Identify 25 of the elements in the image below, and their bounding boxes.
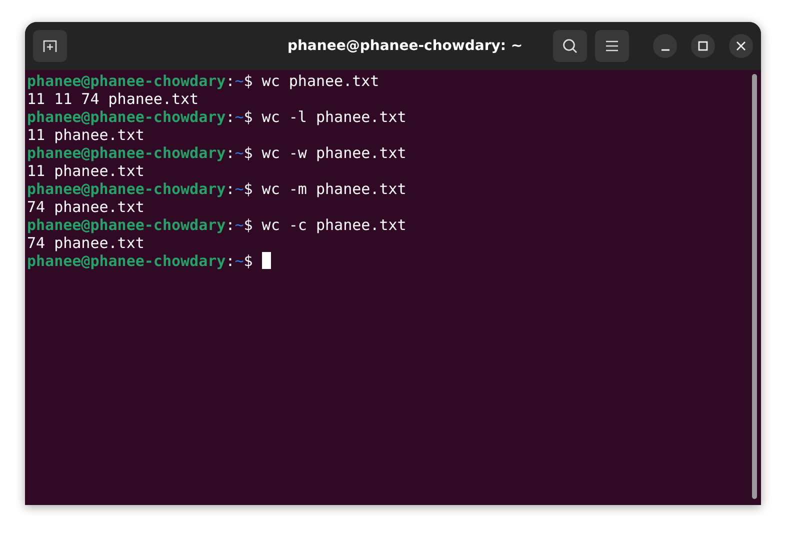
prompt-line: phanee@phanee-chowdary:~$ wc -m phanee.txt: [27, 180, 406, 198]
menu-icon: [605, 40, 619, 52]
prompt-line: phanee@phanee-chowdary:~$ wc -w phanee.txt: [27, 144, 406, 162]
search-button[interactable]: [553, 30, 587, 62]
output-line: 11 phanee.txt: [27, 126, 144, 144]
close-icon: [736, 41, 746, 51]
prompt-line: phanee@phanee-chowdary:~$ wc -c phanee.txt: [27, 216, 406, 234]
output-line: 74 phanee.txt: [27, 198, 144, 216]
prompt-line: phanee@phanee-chowdary:~$ wc -l phanee.txt: [27, 108, 406, 126]
output-line: 11 11 74 phanee.txt: [27, 90, 199, 108]
menu-button[interactable]: [595, 30, 629, 62]
scrollbar[interactable]: [752, 74, 757, 499]
output-line: 74 phanee.txt: [27, 234, 144, 252]
close-button[interactable]: [729, 34, 753, 58]
new-tab-button[interactable]: [33, 30, 67, 62]
minimize-button[interactable]: [653, 34, 677, 58]
new-tab-icon: [42, 38, 58, 54]
search-icon: [562, 38, 578, 54]
prompt-line: phanee@phanee-chowdary:~$ wc phanee.txt: [27, 72, 380, 90]
maximize-icon: [698, 41, 708, 51]
prompt-line: phanee@phanee-chowdary:~$: [27, 252, 271, 270]
minimize-icon: [660, 49, 670, 51]
output-line: 11 phanee.txt: [27, 162, 144, 180]
maximize-button[interactable]: [691, 34, 715, 58]
window-title: phanee@phanee-chowdary: ~: [286, 38, 524, 54]
